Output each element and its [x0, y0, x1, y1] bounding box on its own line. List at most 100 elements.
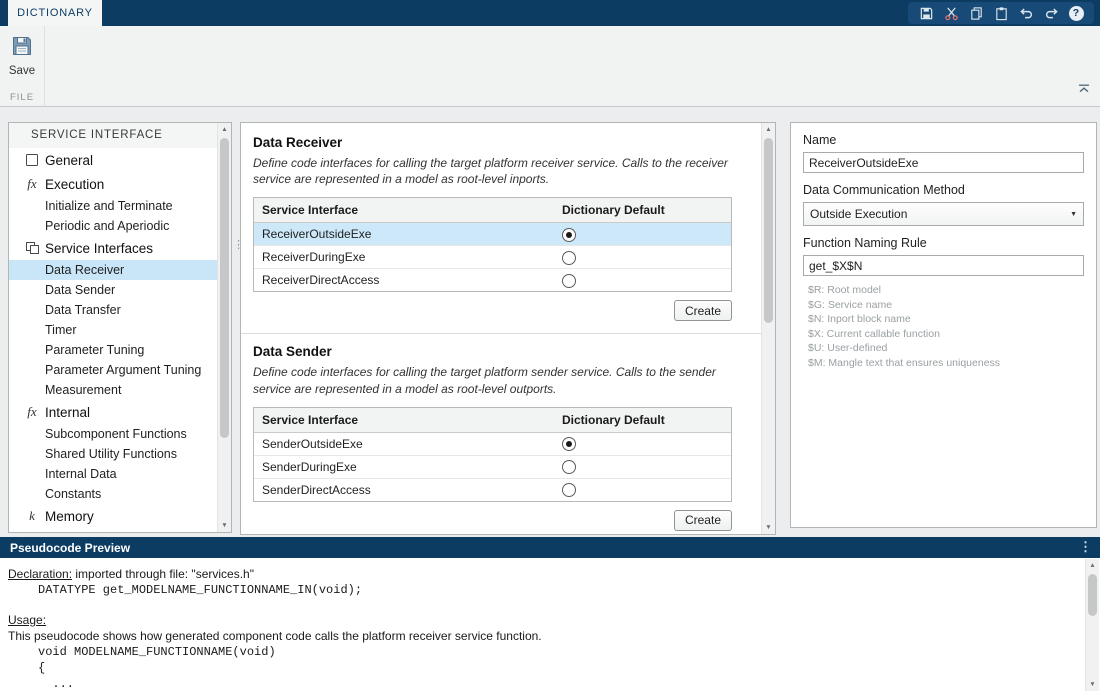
- sidebar-item-constants[interactable]: Constants: [9, 484, 218, 504]
- sidebar-item-periodic-and-aperiodic[interactable]: Periodic and Aperiodic: [9, 216, 218, 236]
- sidebar-item-initialize-and-terminate[interactable]: Initialize and Terminate: [9, 196, 218, 216]
- section-description: Define code interfaces for calling the t…: [253, 155, 732, 187]
- file-section-label: FILE: [0, 92, 44, 103]
- sidebar-item-label: Internal Data: [45, 467, 117, 481]
- create-receiver-button[interactable]: Create: [674, 300, 732, 321]
- table-row[interactable]: SenderOutsideExe: [254, 433, 731, 456]
- function-naming-rule-label: Function Naming Rule: [803, 236, 1084, 250]
- scroll-down-icon[interactable]: ▼: [762, 521, 775, 534]
- sidebar-item-general[interactable]: General: [9, 148, 218, 172]
- paste-icon[interactable]: [993, 5, 1009, 21]
- dropdown-selected-value: Outside Execution: [810, 207, 907, 221]
- name-input[interactable]: [803, 152, 1084, 173]
- data-receiver-table: Service Interface Dictionary Default Rec…: [253, 197, 732, 292]
- column-header-service-interface: Service Interface: [254, 203, 554, 217]
- dictionary-default-radio[interactable]: [562, 228, 576, 242]
- sidebar-item-shared-utility-functions[interactable]: Shared Utility Functions: [9, 444, 218, 464]
- sidebar-item-label: Data Receiver: [45, 263, 124, 277]
- table-row[interactable]: ReceiverDirectAccess: [254, 269, 731, 291]
- scrollbar-thumb[interactable]: [1088, 574, 1097, 616]
- sidebar-item-label: Parameter Tuning: [45, 343, 144, 357]
- sidebar-item-label: Subcomponent Functions: [45, 427, 187, 441]
- dictionary-default-radio[interactable]: [562, 437, 576, 451]
- function-naming-rule-input[interactable]: [803, 255, 1084, 276]
- sidebar-item-parameter-tuning[interactable]: Parameter Tuning: [9, 340, 218, 360]
- create-sender-button[interactable]: Create: [674, 510, 732, 531]
- naming-hint: $R: Root model: [808, 283, 1084, 298]
- scroll-up-icon[interactable]: ▲: [1086, 559, 1099, 572]
- layers-icon: [23, 242, 41, 254]
- sidebar-item-data-transfer[interactable]: Data Transfer: [9, 300, 218, 320]
- sidebar-item-service-interfaces[interactable]: Service Interfaces: [9, 236, 218, 260]
- scroll-down-icon[interactable]: ▼: [1086, 678, 1099, 691]
- sidebar-item-execution[interactable]: fx Execution: [9, 172, 218, 196]
- sidebar-item-measurement[interactable]: Measurement: [9, 380, 218, 400]
- sidebar-scrollbar[interactable]: ▲ ▼: [217, 123, 231, 532]
- collapse-ribbon-icon[interactable]: [1078, 80, 1090, 98]
- data-sender-table: Service Interface Dictionary Default Sen…: [253, 407, 732, 502]
- redo-icon[interactable]: [1043, 5, 1059, 21]
- sidebar-item-memory[interactable]: k Memory: [9, 504, 218, 528]
- detail-content: Data Receiver Define code interfaces for…: [241, 123, 762, 534]
- naming-hint: $X: Current callable function: [808, 327, 1084, 342]
- ribbon: Save FILE: [0, 26, 1100, 107]
- help-glyph: ?: [1069, 6, 1084, 21]
- pseudocode-title: Pseudocode Preview: [10, 541, 130, 555]
- declaration-code: DATATYPE get_MODELNAME_FUNCTIONNAME_IN(v…: [38, 582, 1080, 598]
- sidebar-item-internal[interactable]: fx Internal: [9, 400, 218, 424]
- scrollbar-thumb[interactable]: [220, 138, 229, 438]
- data-communication-method-dropdown[interactable]: Outside Execution ▼: [803, 202, 1084, 226]
- copy-icon[interactable]: [968, 5, 984, 21]
- section-divider: [241, 333, 762, 334]
- dictionary-default-radio[interactable]: [562, 483, 576, 497]
- column-header-dictionary-default: Dictionary Default: [554, 413, 731, 427]
- sidebar-item-label: Data Sender: [45, 283, 115, 297]
- sidebar-item-label: Constants: [45, 487, 101, 501]
- sidebar-item-parameter-argument-tuning[interactable]: Parameter Argument Tuning: [9, 360, 218, 380]
- sidebar-item-internal-data[interactable]: Internal Data: [9, 464, 218, 484]
- detail-scrollbar[interactable]: ▲ ▼: [761, 123, 775, 534]
- service-interface-name: ReceiverDuringExe: [254, 250, 554, 264]
- sidebar-item-label: Parameter Argument Tuning: [45, 363, 201, 377]
- name-label: Name: [803, 133, 1084, 147]
- sidebar-item-data-sender[interactable]: Data Sender: [9, 280, 218, 300]
- undo-icon[interactable]: [1018, 5, 1034, 21]
- declaration-text: imported through file: "services.h": [72, 567, 254, 581]
- naming-hint: $M: Mangle text that ensures uniqueness: [808, 356, 1084, 371]
- table-header-row: Service Interface Dictionary Default: [254, 408, 731, 433]
- dictionary-default-radio[interactable]: [562, 274, 576, 288]
- sidebar-item-label: Initialize and Terminate: [45, 199, 173, 213]
- pseudocode-scrollbar[interactable]: ▲ ▼: [1085, 559, 1099, 691]
- scroll-down-icon[interactable]: ▼: [218, 519, 231, 532]
- naming-hint: $N: Inport block name: [808, 312, 1084, 327]
- table-row[interactable]: ReceiverDuringExe: [254, 246, 731, 269]
- table-row[interactable]: ReceiverOutsideExe: [254, 223, 731, 246]
- dictionary-default-radio[interactable]: [562, 460, 576, 474]
- column-header-service-interface: Service Interface: [254, 413, 554, 427]
- sidebar-item-subcomponent-functions[interactable]: Subcomponent Functions: [9, 424, 218, 444]
- scroll-up-icon[interactable]: ▲: [218, 123, 231, 136]
- detail-panel: Data Receiver Define code interfaces for…: [240, 122, 776, 535]
- naming-hint: $G: Service name: [808, 298, 1084, 313]
- sidebar-item-label: Timer: [45, 323, 76, 337]
- pseudocode-header: Pseudocode Preview ⋮: [0, 537, 1100, 558]
- sidebar-item-label: Internal: [45, 405, 90, 420]
- save-icon[interactable]: [918, 5, 934, 21]
- help-icon[interactable]: ?: [1068, 5, 1084, 21]
- table-row[interactable]: SenderDuringExe: [254, 456, 731, 479]
- scrollbar-thumb[interactable]: [764, 138, 773, 323]
- dictionary-default-radio[interactable]: [562, 251, 576, 265]
- function-icon: fx: [23, 176, 41, 192]
- save-button[interactable]: Save: [6, 35, 38, 77]
- kebab-menu-icon[interactable]: ⋮: [1079, 539, 1092, 555]
- data-communication-method-label: Data Communication Method: [803, 183, 1084, 197]
- sidebar-item-timer[interactable]: Timer: [9, 320, 218, 340]
- usage-label: Usage:: [8, 613, 46, 627]
- scroll-up-icon[interactable]: ▲: [762, 123, 775, 136]
- cut-icon[interactable]: [943, 5, 959, 21]
- sidebar-item-data-receiver[interactable]: Data Receiver: [9, 260, 218, 280]
- sidebar-item-label: Execution: [45, 177, 104, 192]
- ribbon-file-section: Save FILE: [0, 26, 45, 106]
- tab-dictionary[interactable]: DICTIONARY: [8, 0, 102, 26]
- table-row[interactable]: SenderDirectAccess: [254, 479, 731, 501]
